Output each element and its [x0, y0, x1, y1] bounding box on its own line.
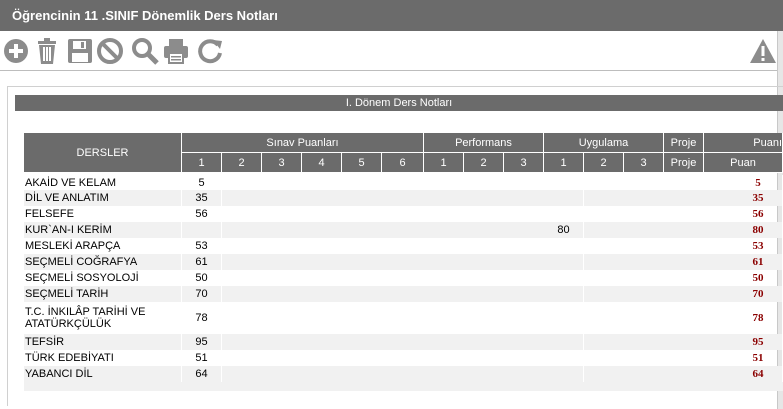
header-puan: Puanı — [704, 133, 783, 153]
uygulama-1-score — [544, 350, 584, 366]
header-sinav-col: 4 — [302, 153, 342, 173]
header-dersler: DERSLER — [24, 133, 182, 173]
course-name: T.C. İNKILÂP TARİHİ VE ATATÜRKÇÜLÜK — [24, 302, 182, 334]
table-row[interactable]: SEÇMELİ TARİH 70 70 — [24, 286, 783, 302]
sinav-1-score: 51 — [182, 350, 222, 366]
sinav-1-score: 50 — [182, 270, 222, 286]
refresh-icon[interactable] — [196, 37, 224, 65]
sinav-1-score: 64 — [182, 366, 222, 382]
sinav-1-score: 95 — [182, 334, 222, 350]
puan-score: 80 — [734, 222, 783, 238]
course-name: SEÇMELİ TARİH — [24, 286, 182, 302]
header-uygulama-col: 3 — [624, 153, 664, 173]
table-row[interactable]: T.C. İNKILÂP TARİHİ VE ATATÜRKÇÜLÜK 78 7… — [24, 302, 783, 334]
header-performans: Performans — [424, 133, 544, 153]
header-proje: Proje — [664, 133, 704, 153]
sinav-1-score: 35 — [182, 190, 222, 206]
save-icon[interactable] — [66, 37, 94, 65]
table-row[interactable]: SEÇMELİ COĞRAFYA 61 61 — [24, 254, 783, 270]
course-name: AKAİD VE KELAM — [24, 175, 182, 190]
course-name: FELSEFE — [24, 206, 182, 222]
puan-score: 56 — [734, 206, 783, 222]
header-uygulama-col: 2 — [584, 153, 624, 173]
uygulama-1-score: 80 — [544, 222, 584, 238]
title-bar: Öğrencinin 11 .SINIF Dönemlik Ders Notla… — [0, 0, 783, 31]
course-name: TEFSİR — [24, 334, 182, 350]
print-icon[interactable] — [162, 37, 190, 65]
table-row[interactable]: FELSEFE 56 56 — [24, 206, 783, 222]
course-name: MESLEKİ ARAPÇA — [24, 238, 182, 254]
table-row[interactable]: KUR`AN-I KERİM 80 80 — [24, 222, 783, 238]
trash-icon[interactable] — [33, 37, 61, 65]
uygulama-1-score — [544, 366, 584, 382]
uygulama-1-score — [544, 334, 584, 350]
sinav-1-score: 56 — [182, 206, 222, 222]
window-title: Öğrencinin 11 .SINIF Dönemlik Ders Notla… — [12, 8, 278, 23]
uygulama-1-score — [544, 254, 584, 270]
header-sinav-col: 5 — [342, 153, 382, 173]
table-row-empty — [24, 382, 783, 391]
sinav-1-score — [182, 222, 222, 238]
sinav-1-score: 53 — [182, 238, 222, 254]
header-sinav-col: 2 — [222, 153, 262, 173]
header-uygulama-col: 1 — [544, 153, 584, 173]
warning-icon[interactable] — [749, 37, 777, 65]
uygulama-1-score — [544, 206, 584, 222]
add-icon[interactable] — [2, 37, 30, 65]
sinav-1-score: 5 — [182, 175, 222, 190]
sinav-1-score: 78 — [182, 302, 222, 334]
puan-score: 78 — [734, 302, 783, 334]
course-name: SEÇMELİ COĞRAFYA — [24, 254, 182, 270]
course-name: DİL VE ANLATIM — [24, 190, 182, 206]
header-sinav-col: 6 — [382, 153, 424, 173]
toolbar-divider — [0, 70, 777, 71]
header-sinav-puanlari: Sınav Puanları — [182, 133, 424, 153]
course-name: KUR`AN-I KERİM — [24, 222, 182, 238]
puan-score: 50 — [734, 270, 783, 286]
uygulama-1-score — [544, 270, 584, 286]
course-name: YABANCI DİL — [24, 366, 182, 382]
uygulama-1-score — [544, 190, 584, 206]
uygulama-1-score — [544, 302, 584, 334]
uygulama-1-score — [544, 175, 584, 190]
puan-score: 5 — [734, 175, 783, 190]
puan-score: 95 — [734, 334, 783, 350]
section-title: I. Dönem Ders Notları — [15, 95, 783, 111]
course-name: SEÇMELİ SOSYOLOJİ — [24, 270, 182, 286]
table-row[interactable]: TEFSİR 95 95 — [24, 334, 783, 350]
table-row[interactable]: SEÇMELİ SOSYOLOJİ 50 50 — [24, 270, 783, 286]
course-name: TÜRK EDEBİYATI — [24, 350, 182, 366]
puan-score: 53 — [734, 238, 783, 254]
header-performans-col: 1 — [424, 153, 464, 173]
header-proje-col: Proje — [664, 153, 704, 173]
puan-score: 35 — [734, 190, 783, 206]
puan-score: 51 — [734, 350, 783, 366]
header-puan-col: Puan — [704, 153, 783, 173]
puan-score: 70 — [734, 286, 783, 302]
table-row[interactable]: AKAİD VE KELAM 5 5 — [24, 175, 783, 190]
header-sinav-col: 1 — [182, 153, 222, 173]
header-performans-col: 3 — [504, 153, 544, 173]
toolbar — [0, 31, 783, 70]
header-performans-col: 2 — [464, 153, 504, 173]
uygulama-1-score — [544, 286, 584, 302]
table-row[interactable]: MESLEKİ ARAPÇA 53 53 — [24, 238, 783, 254]
uygulama-1-score — [544, 238, 584, 254]
sinav-1-score: 61 — [182, 254, 222, 270]
header-sinav-col: 3 — [262, 153, 302, 173]
table-row[interactable]: YABANCI DİL 64 64 — [24, 366, 783, 382]
grades-table: DERSLER Sınav Puanları Performans Uygula… — [24, 133, 783, 391]
table-row[interactable]: DİL VE ANLATIM 35 35 — [24, 190, 783, 206]
search-icon[interactable] — [131, 37, 159, 65]
table-row[interactable]: TÜRK EDEBİYATI 51 51 — [24, 350, 783, 366]
puan-score: 61 — [734, 254, 783, 270]
sinav-1-score: 70 — [182, 286, 222, 302]
puan-score: 64 — [734, 366, 783, 382]
header-uygulama: Uygulama — [544, 133, 664, 153]
cancel-icon[interactable] — [96, 37, 124, 65]
